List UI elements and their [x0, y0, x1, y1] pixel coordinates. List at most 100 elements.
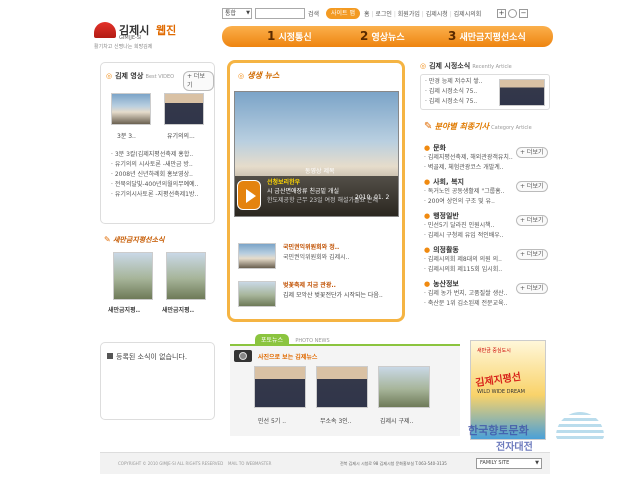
nav-item-saemangeum[interactable]: 3 새만금지평선소식	[448, 29, 526, 43]
photo-thumb-3[interactable]	[378, 366, 430, 408]
city-news-sub: Recently Article	[472, 64, 512, 70]
chevron-down-icon: ▼	[246, 10, 250, 16]
list-item[interactable]: · 유기의의 시사토론 -새만금 방..	[111, 160, 211, 170]
zoom-out-icon[interactable]: −	[519, 9, 528, 18]
photo-caption-1[interactable]: 민선 5기 ..	[258, 416, 286, 425]
sitemap-button[interactable]: 사이트 맵	[326, 8, 360, 19]
video-thumb-2[interactable]	[164, 93, 204, 125]
category-more-button[interactable]: + 더보기	[516, 147, 548, 158]
list-item[interactable]: · 김제시의회 제115회 임시회..	[424, 265, 514, 275]
list-item[interactable]: · 2008년 신년하례회 홍보영상..	[111, 170, 211, 180]
category-more-button[interactable]: + 더보기	[516, 283, 548, 294]
reset-zoom-icon[interactable]	[508, 9, 517, 18]
saemangeum-thumb-2-caption[interactable]: 새만금지평..	[162, 305, 194, 314]
city-news-list: · 만경 능제 저수지 쌓.. · 김제 시정소식 75.. · 김제 시정소식…	[425, 77, 497, 107]
join-link[interactable]: 회원가입	[398, 11, 420, 18]
city-news-thumb[interactable]	[499, 79, 545, 106]
notice-panel: 등록된 소식이 없습니다.	[100, 342, 215, 420]
photo-news-label: 사진으로 보는 김제뉴스	[258, 354, 318, 361]
list-item[interactable]: · 유기의시사토론 -지평선축제1방..	[111, 190, 211, 200]
list-item[interactable]: · 김제지평선축제, 해외관광객유치..	[424, 153, 514, 163]
saemangeum-thumb-2[interactable]	[166, 252, 206, 300]
banner-top: 새만금 중심도시	[477, 348, 511, 354]
saemangeum-thumb-1[interactable]	[113, 252, 153, 300]
news-thumb-2[interactable]	[238, 281, 276, 307]
list-item[interactable]: · 김제시의회 제8대의 의원 의..	[424, 255, 514, 265]
list-item[interactable]: · 만경 능제 저수지 쌓..	[425, 77, 497, 87]
category-more-button[interactable]: + 더보기	[516, 249, 548, 260]
city-hall-link[interactable]: 김제시청	[426, 11, 448, 18]
photo-caption-3[interactable]: 김제시 구제..	[380, 416, 413, 425]
brush-icon: ✎	[104, 235, 111, 244]
zoom-in-icon[interactable]: +	[497, 9, 506, 18]
family-site-select[interactable]: FAMILY SITE ▼	[476, 458, 542, 469]
saemangeum-title: 새만금지평선소식	[112, 236, 165, 244]
news-item-2[interactable]: 벚꽃축제 지금 관광.. 김제 모악산 벚꽃전단가 시작되는 다음..	[283, 281, 393, 301]
watermark-waves-icon	[556, 412, 604, 440]
notice-row: 등록된 소식이 없습니다.	[107, 352, 187, 362]
video-more-button[interactable]: + 더보기	[183, 71, 214, 91]
video-caption: 동영상 제목	[305, 168, 335, 175]
category-section-welfare: ● 사회, 복지 · 독거노인 공동생활제 "그룹홈.. · 200여 상인의 구…	[424, 177, 550, 211]
category-more-button[interactable]: + 더보기	[516, 181, 548, 192]
search-select[interactable]: 통합 ▼	[222, 8, 252, 19]
category-more-button[interactable]: + 더보기	[516, 215, 548, 226]
council-link[interactable]: 김제시의회	[454, 11, 482, 18]
list-item[interactable]: · 축산문 1위 김소된제 전문교육..	[424, 299, 514, 309]
list-item[interactable]: · 김제 농가 번지, 고품질쌀 생산..	[424, 289, 514, 299]
saemangeum-thumb-1-caption[interactable]: 새만금지평..	[108, 305, 140, 314]
nav-item-video-news[interactable]: 2 영상뉴스	[360, 29, 405, 43]
watermark-line2: 전자대전	[496, 442, 533, 453]
photo-thumb-2[interactable]	[316, 366, 368, 408]
footer-copyright: COPYRIGHT © 2010 GIMJE-SI ALL RIGHTS RES…	[118, 461, 224, 466]
video-title: 김제 영상	[115, 72, 144, 80]
list-item[interactable]: · 민선5기 달라진 인원시책..	[424, 221, 514, 231]
life-news-header: ◎ 생생 뉴스	[238, 70, 279, 81]
video-date: 2010. 01. 2	[355, 194, 390, 201]
font-size-controls: + −	[497, 8, 543, 19]
footer-address: 전북 김제시 시청로 98 김제시청 문화홍보실 T.063-540-3135	[340, 461, 447, 466]
video-thumb-2-caption[interactable]: 유기의의...	[167, 131, 195, 140]
brush-icon: ✎	[424, 121, 433, 132]
life-news-panel: ◎ 생생 뉴스 선청보리한우 시 금산면애장류 친금밑 개실 한도제공항 근무 2…	[227, 60, 405, 322]
list-item[interactable]: · 김제 시정소식 75..	[425, 87, 497, 97]
list-item[interactable]: · 김제시 구청제 유입 적인배우..	[424, 231, 514, 241]
video-thumb-1[interactable]	[111, 93, 151, 125]
logo-sub: GIM|JE-SI	[119, 35, 142, 41]
list-item[interactable]: · 3분 3칼(김제지평선축제 홍합..	[111, 150, 211, 160]
list-item[interactable]: · 김제 시정소식 75..	[425, 97, 497, 107]
video-sub: Best VIDEO	[145, 74, 175, 80]
footer-mail-link[interactable]: MAIL TO WEBMASTER	[228, 461, 271, 466]
watermark-line1: 한국향토문화	[468, 424, 529, 437]
saemangeum-header: ✎ 새만금지평선소식	[104, 235, 164, 245]
banner-sub: WILD WIDE DREAM	[477, 389, 525, 395]
list-item[interactable]: · 200여 상인의 구조 및 유..	[424, 197, 514, 207]
bullet-icon: ◎	[238, 72, 245, 80]
news-thumb-1[interactable]	[238, 243, 276, 269]
photo-caption-2[interactable]: 무소속 3인..	[320, 416, 352, 425]
top-links: 홈 | 로그인 | 회원가입 | 김제시청 | 김제시의회	[364, 11, 482, 18]
video-panel: ◎ 김제 영상 Best VIDEO + 더보기 3분 3.. 유기의의... ·…	[100, 62, 215, 224]
video-player[interactable]: 선청보리한우 시 금산면애장류 친금밑 개실 한도제공항 근무 23일 여정 해…	[234, 91, 399, 217]
video-panel-header: ◎ 김제 영상 Best VIDEO	[106, 71, 174, 81]
video-thumb-1-caption[interactable]: 3분 3..	[117, 131, 136, 140]
city-news-panel: · 만경 능제 저수지 쌓.. · 김제 시정소식 75.. · 김제 시정소식…	[420, 74, 550, 110]
news-item-1[interactable]: 국민권익위원회와 정.. 국민권익위원회와 김제시..	[283, 243, 393, 263]
list-item[interactable]: · 전북의달빛-400년의월의무예예..	[111, 180, 211, 190]
logo-emblem-icon	[94, 22, 116, 38]
play-icon[interactable]	[237, 180, 261, 210]
nav-item-city-news[interactable]: 1 시정통신	[267, 29, 312, 43]
photo-thumb-1[interactable]	[254, 366, 306, 408]
category-section-culture: ● 문화 · 김제지평선축제, 해외관광객유치.. · 벽골제, 체험관광코스 개…	[424, 143, 550, 177]
list-item[interactable]: · 독거노인 공동생활제 "그룹홈..	[424, 187, 514, 197]
video-list: · 3분 3칼(김제지평선축제 홍합.. · 유기의의 시사토론 -새만금 방.…	[111, 150, 211, 200]
chevron-down-icon: ▼	[535, 460, 539, 466]
city-news-header: ◎ 김제 시정소식 Recently Article	[420, 61, 512, 71]
login-link[interactable]: 로그인	[375, 11, 392, 18]
search-button[interactable]: 검색	[308, 9, 319, 18]
search-input[interactable]	[255, 8, 305, 19]
list-item[interactable]: · 벽골제, 체험관광코스 개발계..	[424, 163, 514, 173]
bullet-icon: ◎	[420, 62, 427, 70]
category-section-admin: ● 행정일반 · 민선5기 달라진 인원시책.. · 김제시 구청제 유입 적인배…	[424, 211, 550, 245]
notice-icon	[107, 353, 113, 359]
